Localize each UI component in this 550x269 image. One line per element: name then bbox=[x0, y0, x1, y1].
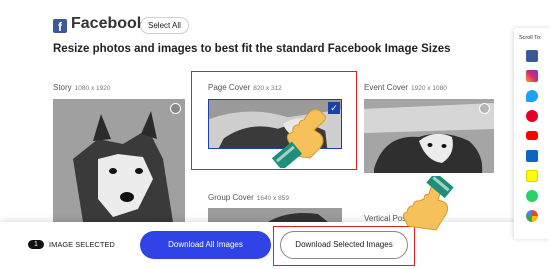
group-cover-size: 1640 x 859 bbox=[256, 195, 289, 202]
story-size: 1080 x 1920 bbox=[74, 85, 111, 92]
twitter-icon[interactable] bbox=[526, 90, 538, 102]
select-all-button[interactable]: Select All bbox=[140, 17, 189, 34]
instagram-icon[interactable] bbox=[526, 70, 538, 82]
pinterest-icon[interactable] bbox=[526, 110, 538, 122]
download-selected-highlight-box bbox=[273, 226, 415, 266]
whatsapp-icon[interactable] bbox=[526, 190, 538, 202]
headline: Resize photos and images to best fit the… bbox=[53, 43, 451, 55]
husky-photo bbox=[53, 99, 185, 222]
husky-photo bbox=[364, 99, 494, 173]
event-cover-card-label: Event Cover 1920 x 1080 bbox=[364, 83, 447, 92]
scroll-to-title: Scroll To: bbox=[519, 35, 542, 41]
event-cover-title: Event Cover bbox=[364, 83, 409, 92]
pointing-hand-icon bbox=[402, 176, 454, 231]
download-all-button[interactable]: Download All Images bbox=[140, 231, 271, 259]
event-cover-image[interactable] bbox=[364, 99, 494, 173]
group-cover-title: Group Cover bbox=[208, 193, 254, 202]
google-icon[interactable] bbox=[526, 210, 538, 222]
group-cover-image[interactable] bbox=[208, 208, 342, 222]
story-select-radio[interactable] bbox=[170, 103, 181, 114]
event-cover-size: 1920 x 1080 bbox=[411, 85, 447, 92]
event-cover-select-radio[interactable] bbox=[479, 103, 490, 114]
page-title: Facebook bbox=[71, 15, 146, 32]
story-image[interactable] bbox=[53, 99, 185, 222]
youtube-icon[interactable] bbox=[526, 131, 538, 140]
page: f Facebook Select All Resize photos and … bbox=[0, 0, 550, 269]
husky-photo bbox=[208, 208, 342, 222]
selected-count-badge: 1 bbox=[28, 240, 44, 249]
scroll-to-sidebar: Scroll To: bbox=[514, 28, 550, 239]
selected-count-label: IMAGE SELECTED bbox=[49, 240, 115, 249]
story-title: Story bbox=[53, 83, 72, 92]
facebook-icon[interactable] bbox=[526, 50, 538, 62]
snapchat-icon[interactable] bbox=[526, 170, 538, 182]
story-card-label: Story 1080 x 1920 bbox=[53, 83, 110, 92]
pointing-hand-icon bbox=[271, 109, 327, 168]
group-cover-card-label: Group Cover 1640 x 859 bbox=[208, 193, 289, 202]
facebook-logo-icon: f bbox=[53, 19, 67, 33]
linkedin-icon[interactable] bbox=[526, 150, 538, 162]
